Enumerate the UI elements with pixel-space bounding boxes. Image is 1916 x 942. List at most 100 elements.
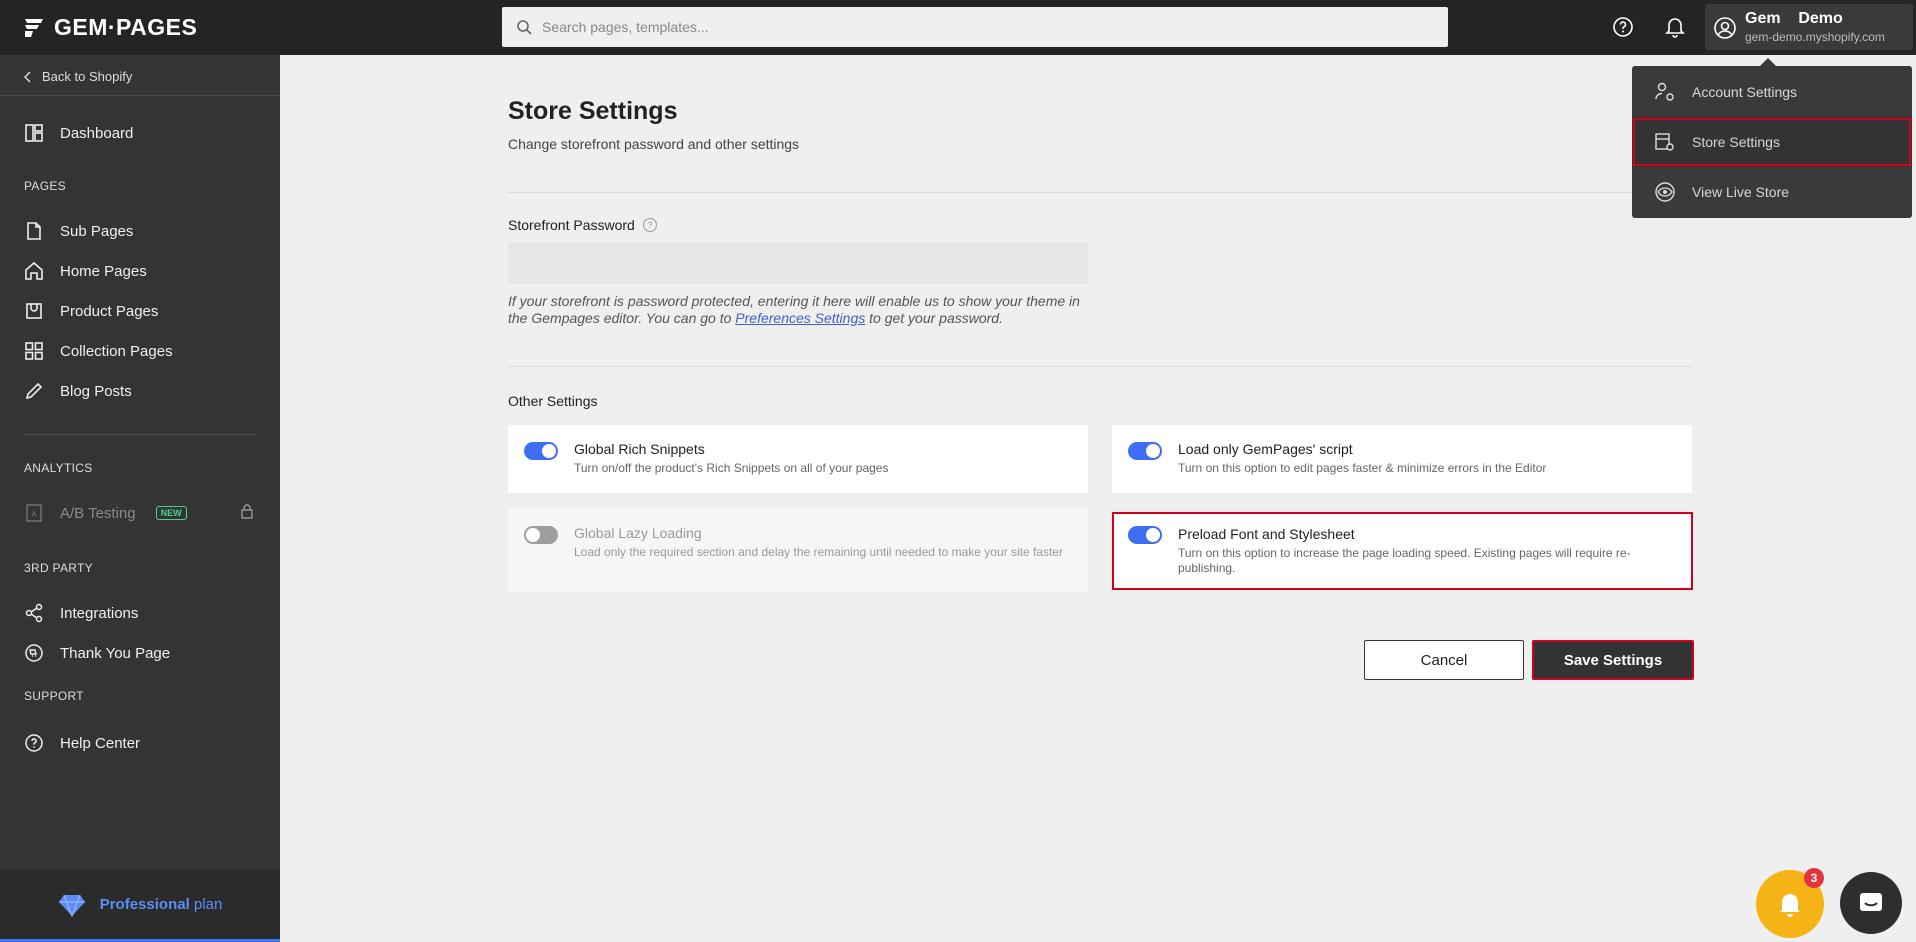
logo-icon (25, 18, 43, 37)
preferences-settings-link[interactable]: Preferences Settings (735, 310, 865, 326)
chat-fab[interactable] (1840, 872, 1902, 934)
help-icon[interactable] (1610, 14, 1636, 40)
gempages-logo[interactable]: GEM·PAGES (22, 14, 197, 41)
ab-test-icon: A (24, 503, 44, 523)
back-label: Back to Shopify (42, 69, 133, 84)
option-title: Global Rich Snippets (574, 441, 705, 457)
sidebar-item-dashboard[interactable]: Dashboard (24, 123, 133, 143)
home-icon (24, 261, 44, 281)
field-label-text: Storefront Password (508, 217, 635, 233)
option-description: Turn on this option to edit pages faster… (1178, 461, 1547, 475)
section-analytics: ANALYTICS (24, 461, 93, 475)
search-input[interactable] (542, 19, 1422, 35)
option-title: Load only GemPages' script (1178, 441, 1353, 457)
dropdown-view-live-store[interactable]: View Live Store (1632, 167, 1912, 217)
section-pages: PAGES (24, 179, 66, 193)
account-dropdown: Account Settings Store Settings View Liv… (1632, 58, 1912, 218)
svg-text:A: A (31, 510, 37, 519)
sidebar-item-thank-you-page[interactable]: Thank You Page (24, 643, 170, 663)
option-title: Global Lazy Loading (574, 525, 702, 541)
sidebar-item-home-pages[interactable]: Home Pages (24, 261, 147, 281)
option-card-preload-font: Preload Font and Stylesheet Turn on this… (1112, 512, 1693, 590)
bell-icon[interactable] (1662, 14, 1688, 40)
dropdown-item-label: Store Settings (1692, 134, 1780, 150)
divider (0, 95, 280, 96)
page-title: Store Settings (508, 97, 678, 125)
sidebar-item-label: Sub Pages (60, 222, 134, 240)
option-card-rich-snippets: Global Rich Snippets Turn on/off the pro… (508, 425, 1088, 493)
section-support: SUPPORT (24, 689, 84, 703)
option-description: Turn on this option to increase the page… (1178, 546, 1631, 575)
share-icon (24, 603, 44, 623)
divider (508, 192, 1692, 193)
page-subtitle: Change storefront password and other set… (508, 136, 800, 152)
account-name: Gem Demo (1745, 10, 1843, 27)
sidebar: Back to Shopify Dashboard PAGES Sub Page… (0, 55, 280, 942)
cancel-button[interactable]: Cancel (1364, 640, 1524, 680)
eye-icon (1655, 182, 1675, 202)
plan-badge[interactable]: Professional plan (0, 870, 280, 942)
dropdown-item-label: Account Settings (1692, 84, 1798, 100)
sidebar-item-label: A/B Testing (60, 504, 136, 522)
option-card-lazy-loading: Global Lazy Loading Load only the requir… (508, 509, 1088, 592)
sidebar-item-label: Thank You Page (60, 644, 171, 662)
preload-font-toggle[interactable] (1128, 526, 1162, 544)
divider (508, 366, 1692, 367)
store-gear-icon (1655, 133, 1674, 151)
bell-icon (1780, 894, 1800, 917)
save-settings-button[interactable]: Save Settings (1532, 640, 1694, 680)
lock-icon (240, 503, 254, 524)
gempages-script-toggle[interactable] (1128, 442, 1162, 460)
dropdown-store-settings[interactable]: Store Settings (1632, 117, 1912, 167)
receipt-icon (24, 643, 44, 663)
account-domain: gem-demo.myshopify.com (1745, 30, 1885, 44)
grid-icon (24, 341, 44, 361)
other-settings-heading: Other Settings (508, 393, 598, 409)
help-circle-icon (24, 733, 44, 753)
info-icon[interactable]: ? (642, 218, 657, 232)
plan-name: Professional (99, 896, 190, 913)
hint-text-end: to get your password. (865, 310, 1003, 326)
sidebar-item-label: Blog Posts (60, 382, 132, 400)
plan-suffix: plan (193, 896, 223, 913)
top-bar: GEM·PAGES Gem Demo gem-demo.myshopify.co… (0, 0, 1916, 55)
chevron-left-icon (24, 70, 31, 83)
dropdown-item-label: View Live Store (1692, 184, 1790, 200)
sidebar-item-label: Home Pages (60, 262, 147, 280)
dropdown-account-settings[interactable]: Account Settings (1632, 67, 1912, 117)
sidebar-item-blog-posts[interactable]: Blog Posts (24, 381, 132, 401)
sidebar-item-label: Dashboard (60, 124, 134, 142)
rich-snippets-toggle[interactable] (524, 442, 558, 460)
sidebar-item-sub-pages[interactable]: Sub Pages (24, 221, 133, 241)
product-icon (24, 301, 44, 321)
sidebar-item-help-center[interactable]: Help Center (24, 733, 140, 753)
search-box[interactable] (502, 7, 1448, 47)
sidebar-item-collection-pages[interactable]: Collection Pages (24, 341, 173, 361)
search-icon (517, 20, 532, 35)
chat-icon (1860, 893, 1882, 911)
sidebar-item-label: Help Center (60, 734, 141, 752)
option-description: Load only the required section and delay… (574, 545, 1063, 559)
sidebar-item-product-pages[interactable]: Product Pages (24, 301, 158, 321)
user-gear-icon (1655, 82, 1674, 101)
option-title: Preload Font and Stylesheet (1178, 526, 1355, 542)
storefront-password-input[interactable] (508, 242, 1088, 284)
sidebar-item-ab-testing[interactable]: A A/B Testing NEW (24, 503, 187, 523)
back-to-shopify-link[interactable]: Back to Shopify (24, 69, 132, 84)
notification-count-badge: 3 (1804, 868, 1824, 888)
diamond-icon (58, 894, 85, 917)
new-badge: NEW (155, 506, 187, 520)
logo-text: GEM·PAGES (54, 14, 198, 40)
storefront-password-label: Storefront Password ? (508, 217, 657, 233)
sidebar-item-label: Integrations (60, 604, 139, 622)
pencil-icon (24, 381, 44, 401)
sidebar-item-label: Collection Pages (60, 342, 173, 360)
user-icon (1714, 17, 1736, 39)
file-icon (24, 221, 44, 241)
sidebar-item-integrations[interactable]: Integrations (24, 603, 138, 623)
account-menu[interactable]: Gem Demo gem-demo.myshopify.com (1705, 4, 1913, 50)
option-card-gempages-script: Load only GemPages' script Turn on this … (1112, 425, 1692, 493)
lazy-loading-toggle[interactable] (524, 526, 558, 544)
divider (24, 434, 256, 435)
sidebar-item-label: Product Pages (60, 302, 159, 320)
